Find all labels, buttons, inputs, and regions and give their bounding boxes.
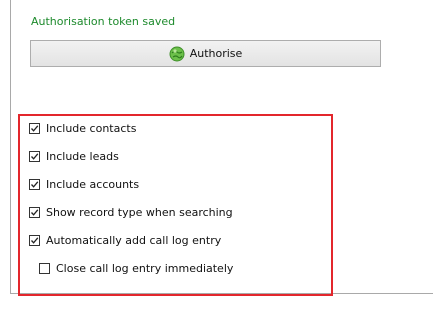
authorise-globe-icon <box>169 46 185 62</box>
include-leads-checkbox[interactable]: Include leads <box>29 150 119 163</box>
option-label: Show record type when searching <box>46 206 233 219</box>
authorise-button[interactable]: Authorise <box>30 40 381 67</box>
show-record-type-checkbox[interactable]: Show record type when searching <box>29 206 233 219</box>
include-contacts-checkbox[interactable]: Include contacts <box>29 122 136 135</box>
auto-add-call-log-checkbox[interactable]: Automatically add call log entry <box>29 234 221 247</box>
checkbox-box <box>29 207 40 218</box>
checkbox-box <box>29 151 40 162</box>
checkbox-box <box>29 179 40 190</box>
option-label: Automatically add call log entry <box>46 234 222 247</box>
option-label: Include leads <box>46 150 119 163</box>
close-call-log-checkbox[interactable]: Close call log entry immediately <box>39 262 233 275</box>
option-label: Include contacts <box>46 122 137 135</box>
status-message: Authorisation token saved <box>31 15 176 28</box>
checkbox-box <box>29 235 40 246</box>
option-label: Include accounts <box>46 178 140 191</box>
include-accounts-checkbox[interactable]: Include accounts <box>29 178 139 191</box>
checkbox-box <box>39 263 50 274</box>
option-label: Close call log entry immediately <box>56 262 234 275</box>
authorise-button-label: Authorise <box>189 47 243 60</box>
checkbox-box <box>29 123 40 134</box>
